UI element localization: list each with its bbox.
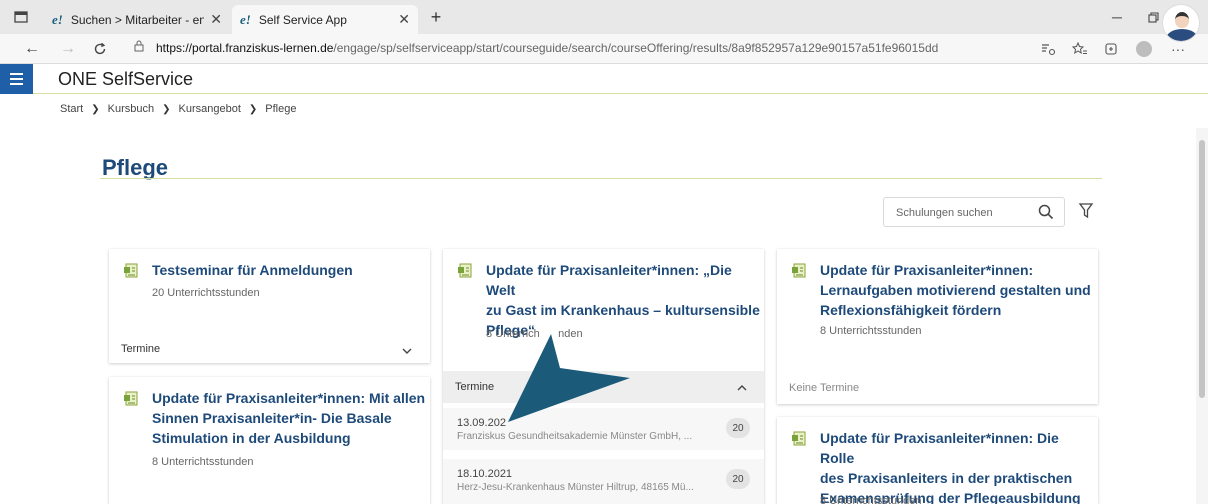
course-hours: 20 Unterrichtsstunden — [152, 287, 260, 299]
search-box — [883, 197, 1065, 227]
filter-icon[interactable] — [1078, 202, 1094, 220]
forward-arrow-icon[interactable]: → — [56, 38, 80, 60]
collections-icon[interactable] — [1100, 38, 1124, 60]
tab-title: Self Service App — [258, 12, 347, 27]
course-icon — [792, 263, 806, 278]
page-scrollbar-thumb[interactable] — [1199, 140, 1205, 398]
browser-tab-suchen[interactable]: e! Suchen > Mitarbeiter - engage! ✕ — [44, 5, 230, 34]
course-title[interactable]: Testseminar für Anmeldungen — [152, 260, 422, 280]
annotation-arrow-icon — [508, 334, 630, 422]
favorites-icon[interactable] — [1068, 38, 1092, 60]
course-card-testseminar[interactable]: Testseminar für Anmeldungen 20 Unterrich… — [109, 249, 430, 363]
course-card-examenspruefung[interactable]: Update für Praxisanleiter*innen: Die Rol… — [777, 417, 1098, 504]
termin-place: Franziskus Gesundheitsakademie Münster G… — [457, 431, 693, 442]
course-icon — [124, 391, 138, 406]
browser-tab-strip: e! Suchen > Mitarbeiter - engage! ✕ e! S… — [0, 0, 1208, 34]
user-avatar[interactable] — [1162, 4, 1200, 42]
course-title-line: Reflexionsfähigkeit fördern — [820, 302, 1002, 318]
course-title[interactable]: Update für Praxisanleiter*innen: Die Rol… — [820, 428, 1095, 504]
chevron-up-icon[interactable] — [736, 382, 748, 394]
course-card-basale-stimulation[interactable]: Update für Praxisanleiter*innen: Mit all… — [109, 377, 430, 504]
course-hours: 8 Unterrichtsstunden — [820, 325, 922, 337]
course-title[interactable]: Update für Praxisanleiter*innen: Mit all… — [152, 388, 427, 448]
hamburger-menu-icon[interactable] — [0, 64, 33, 94]
termin-row[interactable]: 18.10.2021 Herz-Jesu-Krankenhaus Münster… — [443, 459, 764, 504]
refresh-icon[interactable] — [88, 38, 112, 60]
course-title-line: Update für Praxisanleiter*innen: „Die We… — [486, 262, 732, 298]
course-title-line: Update für Praxisanleiter*innen: Mit all… — [152, 390, 426, 406]
termin-place: Herz-Jesu-Krankenhaus Münster Hiltrup, 4… — [457, 482, 694, 493]
search-input[interactable] — [896, 204, 1026, 222]
termine-label: Termine — [455, 381, 495, 393]
course-icon — [792, 431, 806, 446]
breadcrumb-kursangebot[interactable]: Kursangebot — [179, 103, 241, 115]
course-title[interactable]: Update für Praxisanleiter*innen: Lernauf… — [820, 260, 1095, 320]
url-host: https://portal.franziskus-lernen.de — [156, 40, 334, 55]
breadcrumb-start[interactable]: Start — [60, 103, 83, 115]
address-bar: ← → https://portal.franziskus-lernen.de /… — [0, 34, 1208, 64]
course-icon — [458, 263, 472, 278]
close-tab-icon[interactable]: ✕ — [398, 11, 410, 28]
title-divider — [100, 178, 1102, 179]
app-header: ONE SelfService — [0, 64, 1208, 94]
course-hours: 8 Unterrichtsstunden — [820, 495, 922, 504]
profile-icon[interactable] — [1132, 38, 1156, 60]
termine-label[interactable]: Termine — [121, 343, 160, 355]
minimize-icon[interactable]: ─ — [1100, 5, 1134, 29]
course-title-line: des Praxisanleiters in der praktischen — [820, 470, 1073, 486]
breadcrumb-kursbuch[interactable]: Kursbuch — [108, 103, 154, 115]
chevron-down-icon[interactable] — [401, 345, 413, 357]
url-field[interactable]: https://portal.franziskus-lernen.de/enga… — [134, 40, 1034, 55]
new-tab-plus-icon[interactable]: + — [424, 5, 448, 29]
course-title-line: Sinnen Praxisanleiter*in- Die Basale — [152, 410, 392, 426]
course-title-line: Update für Praxisanleiter*innen: — [820, 262, 1034, 278]
search-icon[interactable] — [1036, 202, 1056, 222]
termin-date: 18.10.2021 — [457, 468, 513, 480]
back-arrow-icon[interactable]: ← — [20, 38, 44, 60]
app-title: ONE SelfService — [58, 69, 194, 89]
course-title-line: Update für Praxisanleiter*innen: Die Rol… — [820, 430, 1059, 466]
chevron-right-icon: ❯ — [162, 103, 171, 115]
url-path: /engage/sp/selfserviceapp/start/coursegu… — [333, 40, 939, 55]
termin-count-badge: 20 — [726, 418, 750, 438]
close-tab-icon[interactable]: ✕ — [210, 11, 222, 28]
termin-count-badge: 20 — [726, 469, 750, 489]
breadcrumb-pflege: Pflege — [265, 103, 297, 115]
lock-icon — [134, 40, 148, 55]
chevron-right-icon: ❯ — [248, 103, 258, 115]
tab-actions-icon[interactable] — [8, 4, 34, 30]
chevron-right-icon: ❯ — [91, 103, 100, 115]
read-aloud-icon[interactable] — [1036, 38, 1060, 60]
course-title-line: Stimulation in der Ausbildung — [152, 430, 351, 446]
course-card-lernaufgaben[interactable]: Update für Praxisanleiter*innen: Lernauf… — [777, 249, 1098, 404]
course-title-line: Lernaufgaben motivierend gestalten und — [820, 282, 1091, 298]
course-icon — [124, 263, 138, 278]
browser-tab-self-service[interactable]: e! Self Service App ✕ — [232, 5, 418, 34]
course-hours: 8 Unterrichtsstunden — [152, 456, 254, 468]
engage-favicon-icon: e! — [240, 11, 251, 27]
breadcrumb: Start ❯ Kursbuch ❯ Kursangebot ❯ Pflege — [60, 103, 296, 115]
tab-title: Suchen > Mitarbeiter - engage! — [70, 12, 205, 27]
termin-date: 13.09.202 — [457, 417, 506, 429]
engage-favicon-icon: e! — [52, 11, 63, 27]
no-termine-label: Keine Termine — [789, 382, 860, 394]
